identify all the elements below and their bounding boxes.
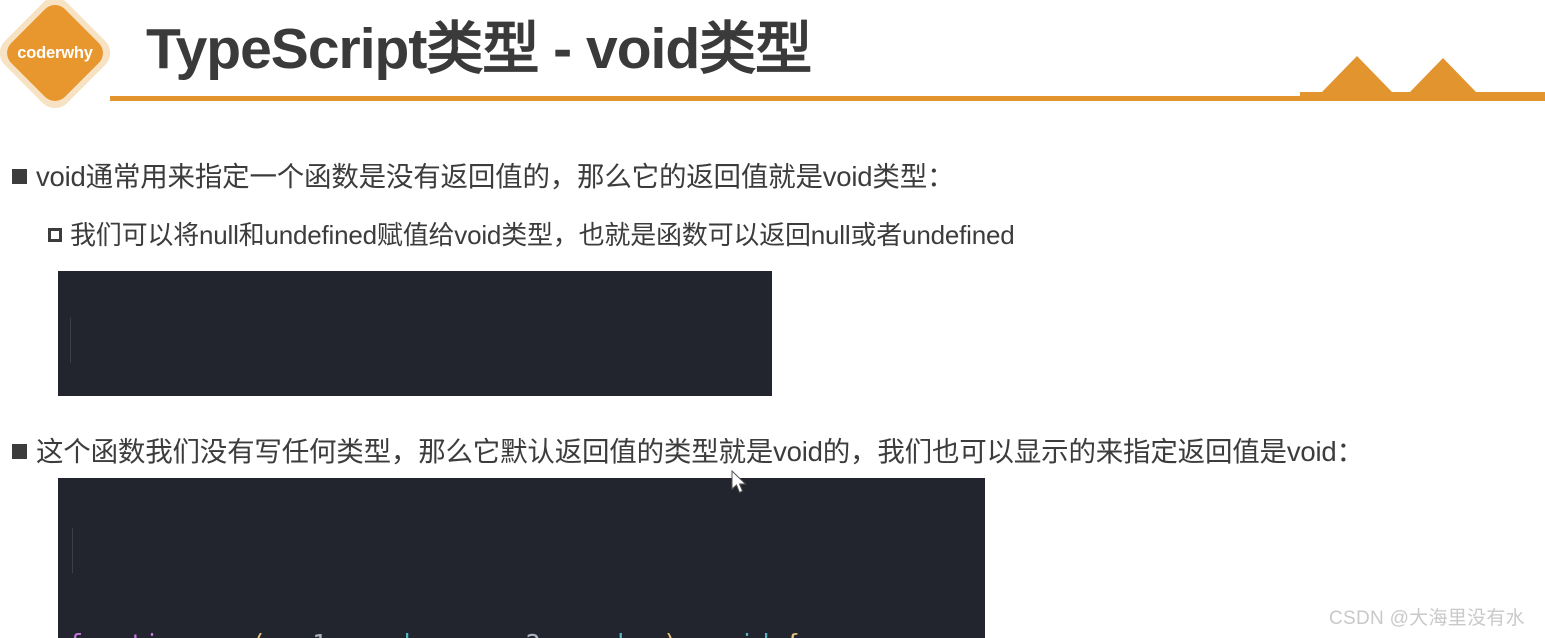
coderwhy-logo: coderwhy [0,0,118,116]
bullet-text-3: 这个函数我们没有写任何类型，那么它默认返回值的类型就是void的，我们也可以显示… [36,436,1364,467]
bullet-item-3: 这个函数我们没有写任何类型，那么它默认返回值的类型就是void的，我们也可以显示… [12,429,1364,469]
hollow-square-bullet-icon [48,228,62,242]
code-block-no-return-type: function·sum(num1:·number,·num2:·number)… [58,271,772,396]
code-token-colon: : [678,629,693,638]
code-space: · [343,629,358,638]
code-token-param: num1 [266,629,327,638]
filled-square-bullet-icon [12,444,27,459]
code-token-brace: { [785,629,800,638]
code-token-keyword: function [68,629,190,638]
page-title: TypeScript类型 - void类型 [146,17,812,81]
code-token-paren: ) [663,629,678,638]
code-token-colon: : [541,629,556,638]
code-token-type: number [358,629,450,638]
filled-square-bullet-icon [12,169,27,184]
logo-text: coderwhy [17,43,93,62]
code-token-param: num2 [480,629,541,638]
code-space: · [190,629,205,638]
bullet-item-1: void通常用来指定一个函数是没有返回值的，那么它的返回值就是void类型： [12,154,954,194]
slide-header: coderwhy TypeScript类型 - void类型 [0,0,1545,116]
code-token-type: number [571,629,663,638]
mountains-icon [1300,56,1545,98]
code-token-function-name: sum [205,629,251,638]
code-token-colon: : [327,629,342,638]
indent-guide [72,528,73,573]
code-space: · [770,629,785,638]
code-block-explicit-void: function·sum(num1:·number,·num2:·number)… [58,478,985,638]
csdn-watermark: CSDN @大海里没有水 [1328,608,1525,629]
code-space: · [465,629,480,638]
code-token-comma: , [449,629,464,638]
code-token-return-type: void [709,629,770,638]
header-divider [110,96,1545,101]
code-line: function·sum(num1:·number,·num2:·number)… [68,621,985,638]
code-token-paren: ( [251,629,266,638]
bullet-item-2: 我们可以将null和undefined赋值给void类型，也就是函数可以返回nu… [48,215,1015,252]
code-space: · [556,629,571,638]
indent-guide [70,318,71,363]
code-space: · [694,629,709,638]
bullet-text-1: void通常用来指定一个函数是没有返回值的，那么它的返回值就是void类型： [36,161,955,192]
bullet-text-2: 我们可以将null和undefined赋值给void类型，也就是函数可以返回nu… [70,220,1015,250]
